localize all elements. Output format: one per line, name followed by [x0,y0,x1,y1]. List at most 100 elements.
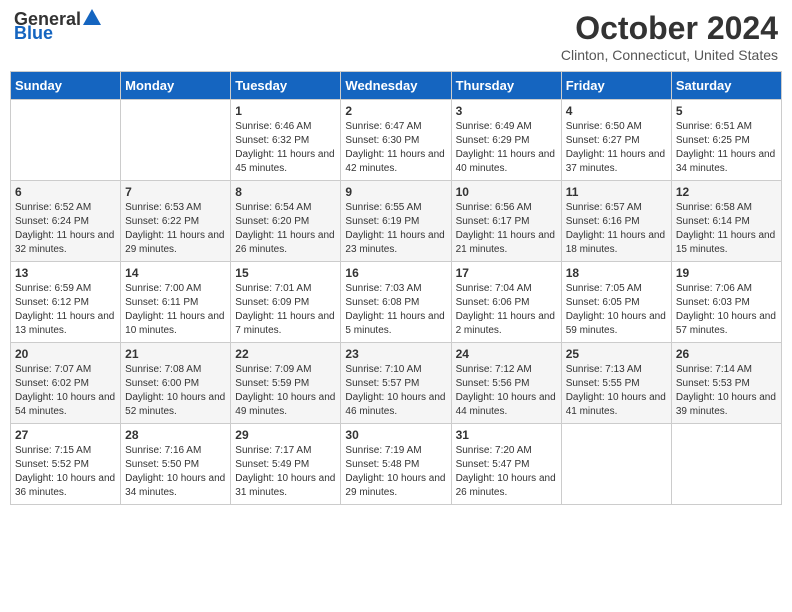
day-info: Sunrise: 6:56 AMSunset: 6:17 PMDaylight:… [456,201,557,257]
page-header: General Blue October 2024 Clinton, Conne… [10,10,782,63]
day-info: Sunrise: 7:03 AMSunset: 6:08 PMDaylight:… [345,282,446,338]
calendar-week-row: 1Sunrise: 6:46 AMSunset: 6:32 PMDaylight… [11,100,782,181]
calendar-cell: 21 Sunrise: 7:08 AMSunset: 6:00 PMDayligh… [121,343,231,424]
day-info: Sunrise: 6:49 AMSunset: 6:29 PMDaylight:… [456,120,557,176]
day-number: 27 [15,428,116,442]
day-info: Sunrise: 7:12 AMSunset: 5:56 PMDaylight:… [456,363,557,419]
day-number: 24 [456,347,557,361]
calendar-cell: 20 Sunrise: 7:07 AMSunset: 6:02 PMDayligh… [11,343,121,424]
day-number: 6 [15,185,116,199]
calendar-cell: 11 Sunrise: 6:57 AMSunset: 6:16 PMDayligh… [561,181,671,262]
day-of-week-header: Thursday [451,72,561,100]
calendar-week-row: 13 Sunrise: 6:59 AMSunset: 6:12 PMDayligh… [11,262,782,343]
calendar-cell [561,424,671,505]
day-info: Sunrise: 7:16 AMSunset: 5:50 PMDaylight:… [125,444,226,500]
calendar-cell: 2 Sunrise: 6:47 AMSunset: 6:30 PMDaylight… [341,100,451,181]
day-info: Sunrise: 7:04 AMSunset: 6:06 PMDaylight:… [456,282,557,338]
day-of-week-header: Friday [561,72,671,100]
day-info: Sunrise: 7:19 AMSunset: 5:48 PMDaylight:… [345,444,446,500]
calendar-cell: 10 Sunrise: 6:56 AMSunset: 6:17 PMDayligh… [451,181,561,262]
calendar-cell: 18Sunrise: 7:05 AMSunset: 6:05 PMDayligh… [561,262,671,343]
day-info: Sunrise: 6:51 AMSunset: 6:25 PMDaylight:… [676,120,777,176]
day-info: Sunrise: 7:14 AMSunset: 5:53 PMDaylight:… [676,363,777,419]
day-of-week-header: Tuesday [231,72,341,100]
calendar-cell: 4 Sunrise: 6:50 AMSunset: 6:27 PMDaylight… [561,100,671,181]
calendar-cell: 16 Sunrise: 7:03 AMSunset: 6:08 PMDayligh… [341,262,451,343]
calendar-cell: 15Sunrise: 7:01 AMSunset: 6:09 PMDayligh… [231,262,341,343]
day-info: Sunrise: 6:46 AMSunset: 6:32 PMDaylight:… [235,120,336,176]
day-info: Sunrise: 6:58 AMSunset: 6:14 PMDaylight:… [676,201,777,257]
calendar-cell [121,100,231,181]
day-info: Sunrise: 6:59 AMSunset: 6:12 PMDaylight:… [15,282,116,338]
day-number: 28 [125,428,226,442]
day-number: 20 [15,347,116,361]
day-of-week-header: Monday [121,72,231,100]
day-number: 13 [15,266,116,280]
day-number: 2 [345,104,446,118]
calendar-cell: 31 Sunrise: 7:20 AMSunset: 5:47 PMDayligh… [451,424,561,505]
day-info: Sunrise: 6:57 AMSunset: 6:16 PMDaylight:… [566,201,667,257]
day-info: Sunrise: 6:55 AMSunset: 6:19 PMDaylight:… [345,201,446,257]
day-info: Sunrise: 7:15 AMSunset: 5:52 PMDaylight:… [15,444,116,500]
calendar-cell [671,424,781,505]
calendar-week-row: 6Sunrise: 6:52 AMSunset: 6:24 PMDaylight… [11,181,782,262]
day-number: 5 [676,104,777,118]
day-info: Sunrise: 7:01 AMSunset: 6:09 PMDaylight:… [235,282,336,338]
day-number: 19 [676,266,777,280]
calendar-week-row: 20 Sunrise: 7:07 AMSunset: 6:02 PMDayligh… [11,343,782,424]
calendar-header-row: SundayMondayTuesdayWednesdayThursdayFrid… [11,72,782,100]
day-number: 31 [456,428,557,442]
calendar-cell: 23 Sunrise: 7:10 AMSunset: 5:57 PMDayligh… [341,343,451,424]
day-info: Sunrise: 7:17 AMSunset: 5:49 PMDaylight:… [235,444,336,500]
calendar-cell: 6Sunrise: 6:52 AMSunset: 6:24 PMDaylight… [11,181,121,262]
day-number: 17 [456,266,557,280]
day-number: 23 [345,347,446,361]
calendar-cell [11,100,121,181]
day-info: Sunrise: 7:09 AMSunset: 5:59 PMDaylight:… [235,363,336,419]
calendar-cell: 3 Sunrise: 6:49 AMSunset: 6:29 PMDaylight… [451,100,561,181]
calendar-cell: 17 Sunrise: 7:04 AMSunset: 6:06 PMDayligh… [451,262,561,343]
day-info: Sunrise: 6:47 AMSunset: 6:30 PMDaylight:… [345,120,446,176]
day-number: 21 [125,347,226,361]
day-of-week-header: Saturday [671,72,781,100]
calendar-cell: 29 Sunrise: 7:17 AMSunset: 5:49 PMDayligh… [231,424,341,505]
calendar-cell: 30Sunrise: 7:19 AMSunset: 5:48 PMDayligh… [341,424,451,505]
day-info: Sunrise: 7:08 AMSunset: 6:00 PMDaylight:… [125,363,226,419]
day-info: Sunrise: 6:53 AMSunset: 6:22 PMDaylight:… [125,201,226,257]
day-number: 8 [235,185,336,199]
day-number: 10 [456,185,557,199]
day-number: 25 [566,347,667,361]
calendar-cell: 22Sunrise: 7:09 AMSunset: 5:59 PMDayligh… [231,343,341,424]
calendar-cell: 28 Sunrise: 7:16 AMSunset: 5:50 PMDayligh… [121,424,231,505]
calendar-cell: 26 Sunrise: 7:14 AMSunset: 5:53 PMDayligh… [671,343,781,424]
day-number: 11 [566,185,667,199]
day-info: Sunrise: 7:10 AMSunset: 5:57 PMDaylight:… [345,363,446,419]
day-info: Sunrise: 6:54 AMSunset: 6:20 PMDaylight:… [235,201,336,257]
day-info: Sunrise: 7:07 AMSunset: 6:02 PMDaylight:… [15,363,116,419]
day-number: 14 [125,266,226,280]
day-info: Sunrise: 7:06 AMSunset: 6:03 PMDaylight:… [676,282,777,338]
day-of-week-header: Sunday [11,72,121,100]
day-number: 16 [345,266,446,280]
day-info: Sunrise: 7:13 AMSunset: 5:55 PMDaylight:… [566,363,667,419]
location-subtitle: Clinton, Connecticut, United States [561,47,778,63]
title-section: October 2024 Clinton, Connecticut, Unite… [561,10,778,63]
calendar-cell: 7Sunrise: 6:53 AMSunset: 6:22 PMDaylight… [121,181,231,262]
calendar-cell: 19 Sunrise: 7:06 AMSunset: 6:03 PMDayligh… [671,262,781,343]
day-number: 26 [676,347,777,361]
day-number: 12 [676,185,777,199]
calendar-cell: 13 Sunrise: 6:59 AMSunset: 6:12 PMDayligh… [11,262,121,343]
calendar-cell: 14Sunrise: 7:00 AMSunset: 6:11 PMDayligh… [121,262,231,343]
day-number: 18 [566,266,667,280]
day-number: 4 [566,104,667,118]
day-info: Sunrise: 6:50 AMSunset: 6:27 PMDaylight:… [566,120,667,176]
calendar-cell: 5 Sunrise: 6:51 AMSunset: 6:25 PMDaylight… [671,100,781,181]
calendar-table: SundayMondayTuesdayWednesdayThursdayFrid… [10,71,782,505]
day-info: Sunrise: 7:20 AMSunset: 5:47 PMDaylight:… [456,444,557,500]
month-title: October 2024 [561,10,778,47]
logo-blue-text: Blue [14,24,53,42]
calendar-cell: 9 Sunrise: 6:55 AMSunset: 6:19 PMDaylight… [341,181,451,262]
day-number: 3 [456,104,557,118]
day-number: 9 [345,185,446,199]
day-number: 29 [235,428,336,442]
